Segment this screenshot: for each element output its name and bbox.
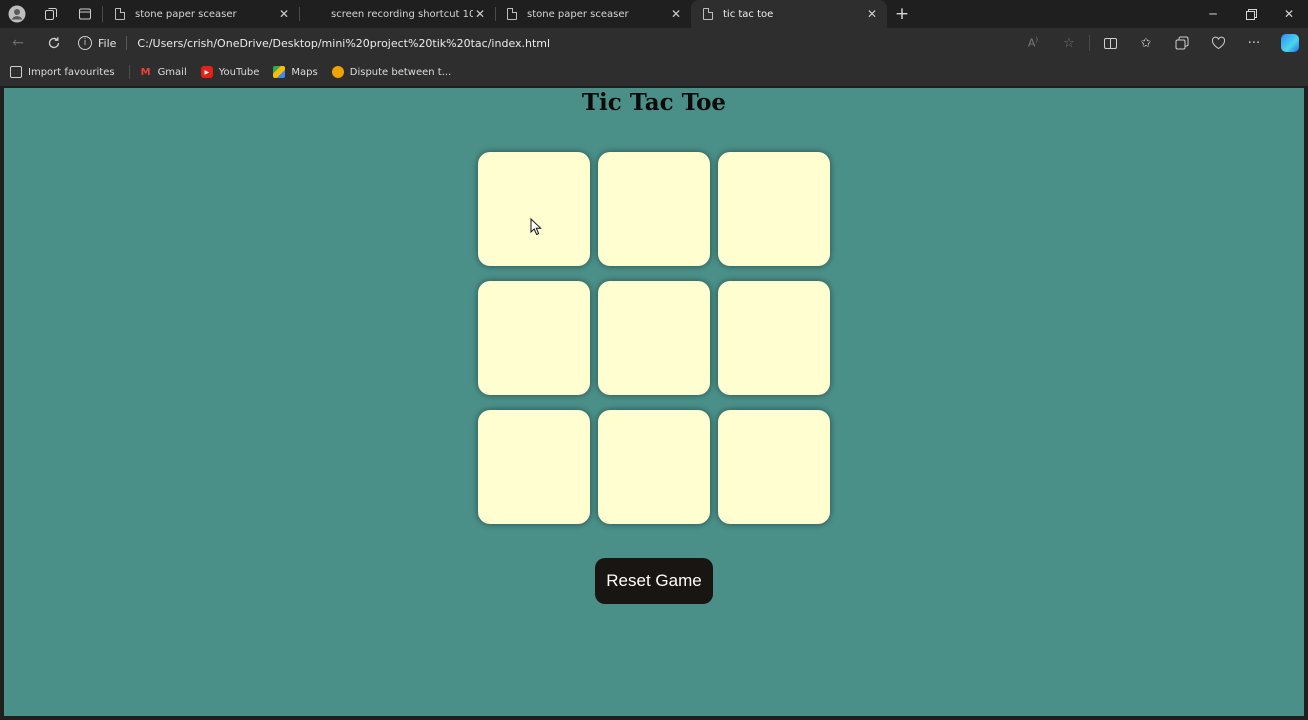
restore-icon <box>1245 8 1257 20</box>
page-icon <box>703 8 713 20</box>
page-icon <box>507 8 517 20</box>
info-icon[interactable]: i <box>78 36 92 50</box>
address-bar[interactable]: i File C:/Users/crish/OneDrive/Desktop/m… <box>72 31 1015 55</box>
workspaces-icon <box>45 8 57 20</box>
tab-actions-button[interactable] <box>68 0 102 28</box>
favourite-gmail[interactable]: M Gmail <box>140 66 187 78</box>
import-icon <box>10 66 22 78</box>
game-board <box>478 152 830 524</box>
toolbar-actions: A) ☆ ✩ ··· <box>1015 28 1308 58</box>
browser-toolbar: ← i File C:/Users/crish/OneDrive/Desktop… <box>0 28 1308 58</box>
close-icon[interactable]: ✕ <box>669 7 683 21</box>
add-favourite-button[interactable]: ☆ <box>1051 28 1087 58</box>
gmail-icon: M <box>140 66 151 78</box>
favourite-dispute[interactable]: Dispute between t... <box>331 66 452 78</box>
close-icon: ✕ <box>1283 7 1295 21</box>
tab-title: stone paper sceaser <box>135 8 237 20</box>
favourite-label: Dispute between t... <box>349 66 452 78</box>
minimize-button[interactable]: ─ <box>1194 0 1232 28</box>
board-cell-2[interactable] <box>598 152 710 266</box>
tab-tic-tac-toe[interactable]: tic tac toe ✕ <box>691 0 887 28</box>
favourites-divider <box>128 65 130 79</box>
back-arrow-icon: ← <box>12 35 24 51</box>
read-aloud-icon: A) <box>1027 36 1039 50</box>
back-button[interactable]: ← <box>0 28 36 58</box>
refresh-icon <box>48 37 60 49</box>
heart-pulse-icon <box>1211 36 1225 50</box>
profile-icon <box>8 5 26 23</box>
read-aloud-button[interactable]: A) <box>1015 28 1051 58</box>
copilot-button[interactable] <box>1272 28 1308 58</box>
favourites-star-icon: ✩ <box>1140 35 1152 51</box>
browser-essentials-button[interactable] <box>1200 28 1236 58</box>
tab-strip: stone paper sceaser ✕ screen recording s… <box>0 0 1308 28</box>
settings-menu-button[interactable]: ··· <box>1236 28 1272 58</box>
favourites-button[interactable]: ✩ <box>1128 28 1164 58</box>
board-cell-3[interactable] <box>718 152 830 266</box>
tab-actions-icon <box>79 8 91 20</box>
split-screen-icon <box>1103 37 1117 49</box>
close-icon[interactable]: ✕ <box>277 7 291 21</box>
favourite-label: Maps <box>291 66 318 78</box>
collections-icon <box>1175 36 1189 50</box>
close-icon[interactable]: ✕ <box>473 7 487 21</box>
collections-button[interactable] <box>1164 28 1200 58</box>
copilot-icon <box>1281 34 1299 52</box>
page-viewport: Tic Tac Toe Reset Game <box>4 88 1304 716</box>
profile-button[interactable] <box>0 0 34 28</box>
address-divider <box>126 36 128 50</box>
dispute-icon <box>331 66 344 78</box>
window-controls: ─ ✕ <box>1194 0 1308 28</box>
tab-stone-paper-2[interactable]: stone paper sceaser ✕ <box>495 0 691 28</box>
close-icon[interactable]: ✕ <box>865 7 879 21</box>
tab-screen-recording[interactable]: screen recording shortcut 10 - S... ✕ <box>299 0 495 28</box>
page-title: Tic Tac Toe <box>581 89 727 116</box>
url-text[interactable]: C:/Users/crish/OneDrive/Desktop/mini%20p… <box>137 37 550 50</box>
board-cell-7[interactable] <box>478 410 590 524</box>
favourite-label: YouTube <box>218 66 260 78</box>
favourite-youtube[interactable]: ▶ YouTube <box>200 66 260 78</box>
restore-button[interactable] <box>1232 0 1270 28</box>
maps-icon <box>273 66 286 78</box>
board-cell-9[interactable] <box>718 410 830 524</box>
new-tab-button[interactable]: + <box>887 0 917 28</box>
tab-title: stone paper sceaser <box>527 8 629 20</box>
star-icon: ☆ <box>1063 35 1075 51</box>
favourite-label: Import favourites <box>28 66 115 78</box>
tab-stone-paper-1[interactable]: stone paper sceaser ✕ <box>103 0 299 28</box>
reset-game-button[interactable]: Reset Game <box>595 558 713 604</box>
minimize-icon: ─ <box>1209 7 1217 21</box>
refresh-button[interactable] <box>36 28 72 58</box>
split-screen-button[interactable] <box>1092 28 1128 58</box>
blank-favicon-icon <box>311 8 321 20</box>
board-cell-8[interactable] <box>598 410 710 524</box>
tab-title: screen recording shortcut 10 - S... <box>331 8 473 20</box>
board-cell-5[interactable] <box>598 281 710 395</box>
workspaces-button[interactable] <box>34 0 68 28</box>
board-cell-4[interactable] <box>478 281 590 395</box>
youtube-icon: ▶ <box>200 66 213 78</box>
close-window-button[interactable]: ✕ <box>1270 0 1308 28</box>
page-icon <box>115 8 125 20</box>
more-icon: ··· <box>1247 35 1261 51</box>
plus-icon: + <box>894 4 910 24</box>
favourites-bar: Import favourites M Gmail ▶ YouTube Maps… <box>0 58 1308 86</box>
favourite-import[interactable]: Import favourites <box>10 66 115 78</box>
favourite-label: Gmail <box>157 66 187 78</box>
board-cell-1[interactable] <box>478 152 590 266</box>
board-cell-6[interactable] <box>718 281 830 395</box>
favourite-maps[interactable]: Maps <box>273 66 318 78</box>
toolbar-divider <box>1089 35 1090 51</box>
mouse-cursor-icon <box>530 218 542 236</box>
file-scheme-label: File <box>98 36 117 50</box>
tab-title: tic tac toe <box>723 8 774 20</box>
